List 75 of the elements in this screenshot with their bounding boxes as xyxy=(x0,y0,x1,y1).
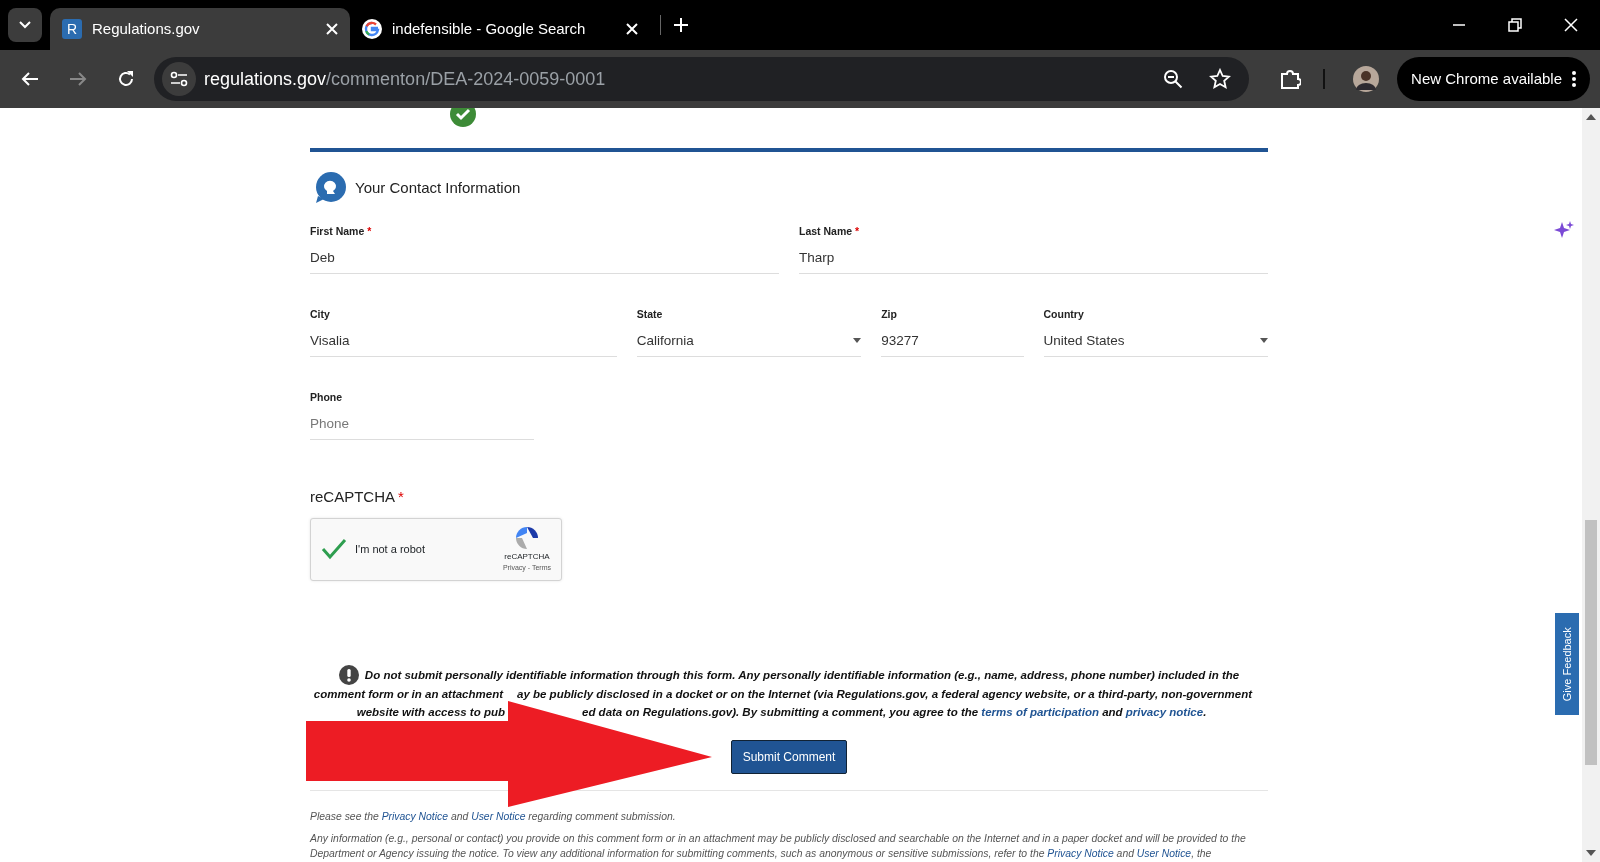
input-field[interactable]: Tharp xyxy=(799,245,1268,274)
warning-text: Do not submit personally identifiable information through this form. Any personally identifiable information (e.g., name, address, phone number) included in the xyxy=(364,667,1240,683)
link[interactable]: terms of participation xyxy=(981,702,1099,721)
field-label: City xyxy=(310,308,330,320)
favicon xyxy=(362,19,382,39)
checkbox-label: I'm not a robot xyxy=(355,541,426,557)
chevron-down-icon xyxy=(19,21,31,29)
scroll-up-icon[interactable] xyxy=(1586,114,1596,120)
feedback-tab[interactable]: Give Feedback xyxy=(1555,613,1579,715)
site-info-icon[interactable] xyxy=(170,71,188,87)
link[interactable]: Privacy Notice xyxy=(381,808,449,824)
alert-icon xyxy=(338,664,359,685)
restore-icon[interactable] xyxy=(1508,18,1522,32)
warning-text: comment form or in an attachment xyxy=(313,686,503,702)
avatar-icon[interactable] xyxy=(1353,66,1380,92)
zoom-out-icon[interactable] xyxy=(1163,69,1184,89)
update-button[interactable]: New Chrome available xyxy=(1397,57,1590,101)
section-title: Your Contact Information xyxy=(355,177,521,198)
browser-tab[interactable]: indefensible - Google Search xyxy=(350,8,650,50)
warning-text: website with access to pub xyxy=(356,704,505,720)
select-field[interactable]: California xyxy=(636,328,862,357)
scroll-down-icon[interactable] xyxy=(1586,850,1596,856)
address-bar[interactable]: regulations.gov/commenton/DEA-2024-0059-0001 xyxy=(154,57,1250,101)
field-label: First Name xyxy=(310,225,365,237)
input-field[interactable]: 93277 xyxy=(881,328,1024,357)
required-mark: * xyxy=(855,225,860,237)
notice-text: and xyxy=(449,809,470,824)
tab-title: Regulations.gov xyxy=(92,18,201,39)
input-field[interactable]: Phone xyxy=(310,411,534,440)
tab-title: indefensible - Google Search xyxy=(392,18,587,39)
close-icon[interactable] xyxy=(626,23,638,35)
required-mark: * xyxy=(367,225,372,237)
field-label: Country xyxy=(1043,308,1084,320)
notice-text: Any information (e.g., personal or contact) you provide on this comment form or in an attachment may be publicly disclosed and searchable on the Internet and in a paper docket and will be provided to the xyxy=(310,831,1246,846)
checkmark-icon[interactable] xyxy=(321,538,347,560)
back-icon[interactable] xyxy=(21,70,39,88)
warning-text: ed data on Regulations.gov). By submitting a comment, you agree to the xyxy=(582,704,980,720)
reload-icon[interactable] xyxy=(117,70,135,88)
notice-text: regarding comment submission. xyxy=(527,809,676,824)
notice-text: and xyxy=(1115,846,1136,861)
submit-button[interactable]: Submit Comment xyxy=(730,739,848,774)
link[interactable]: User Notice xyxy=(471,808,526,824)
bookmark-star-icon[interactable] xyxy=(1209,68,1232,90)
input-field[interactable]: Visalia xyxy=(310,328,617,357)
required-mark: * xyxy=(398,488,404,505)
notice-text: Please see the xyxy=(310,809,380,824)
close-icon[interactable] xyxy=(1564,18,1578,32)
field-label: Phone xyxy=(310,391,343,403)
caret-icon xyxy=(853,338,862,344)
favicon: R xyxy=(62,19,82,39)
field-label: Last Name xyxy=(799,225,853,237)
field-label: State xyxy=(636,308,663,320)
new-tab-icon[interactable] xyxy=(673,17,689,33)
warning-text: ay be publicly disclosed in a docket or on the Internet (via Regulations.gov, a federal agency website, or a third-party, non-government xyxy=(517,686,1253,702)
more-icon[interactable] xyxy=(1572,71,1576,87)
field-label: reCAPTCHA xyxy=(310,488,395,505)
select-field[interactable]: United States xyxy=(1043,328,1268,357)
field-label: Zip xyxy=(881,308,897,320)
notice-text: Department or Agency issuing the notice. To view any additional information for submitting comments, such as anonymous or sensitive submissions, refer to the xyxy=(310,846,1046,861)
warning-text: . xyxy=(1203,704,1207,720)
forward-icon[interactable] xyxy=(69,70,87,88)
scrollbar[interactable] xyxy=(1582,108,1600,862)
contact-icon xyxy=(315,172,347,204)
input-field[interactable]: Deb xyxy=(310,245,779,274)
recaptcha-logo-icon xyxy=(513,524,540,551)
extensions-icon[interactable] xyxy=(1279,68,1302,90)
browser-tab[interactable]: R Regulations.gov xyxy=(50,8,350,50)
close-icon[interactable] xyxy=(326,23,338,35)
recaptcha-brand: reCAPTCHA xyxy=(504,550,550,563)
notice-text: , the xyxy=(1191,846,1212,861)
link[interactable]: Privacy Notice xyxy=(1047,845,1114,861)
tab-search-button[interactable] xyxy=(8,8,42,42)
caret-icon xyxy=(1260,338,1268,344)
url-text: regulations.gov/commenton/DEA-2024-0059-0001 xyxy=(204,67,607,91)
warning-text: and xyxy=(1101,704,1124,720)
